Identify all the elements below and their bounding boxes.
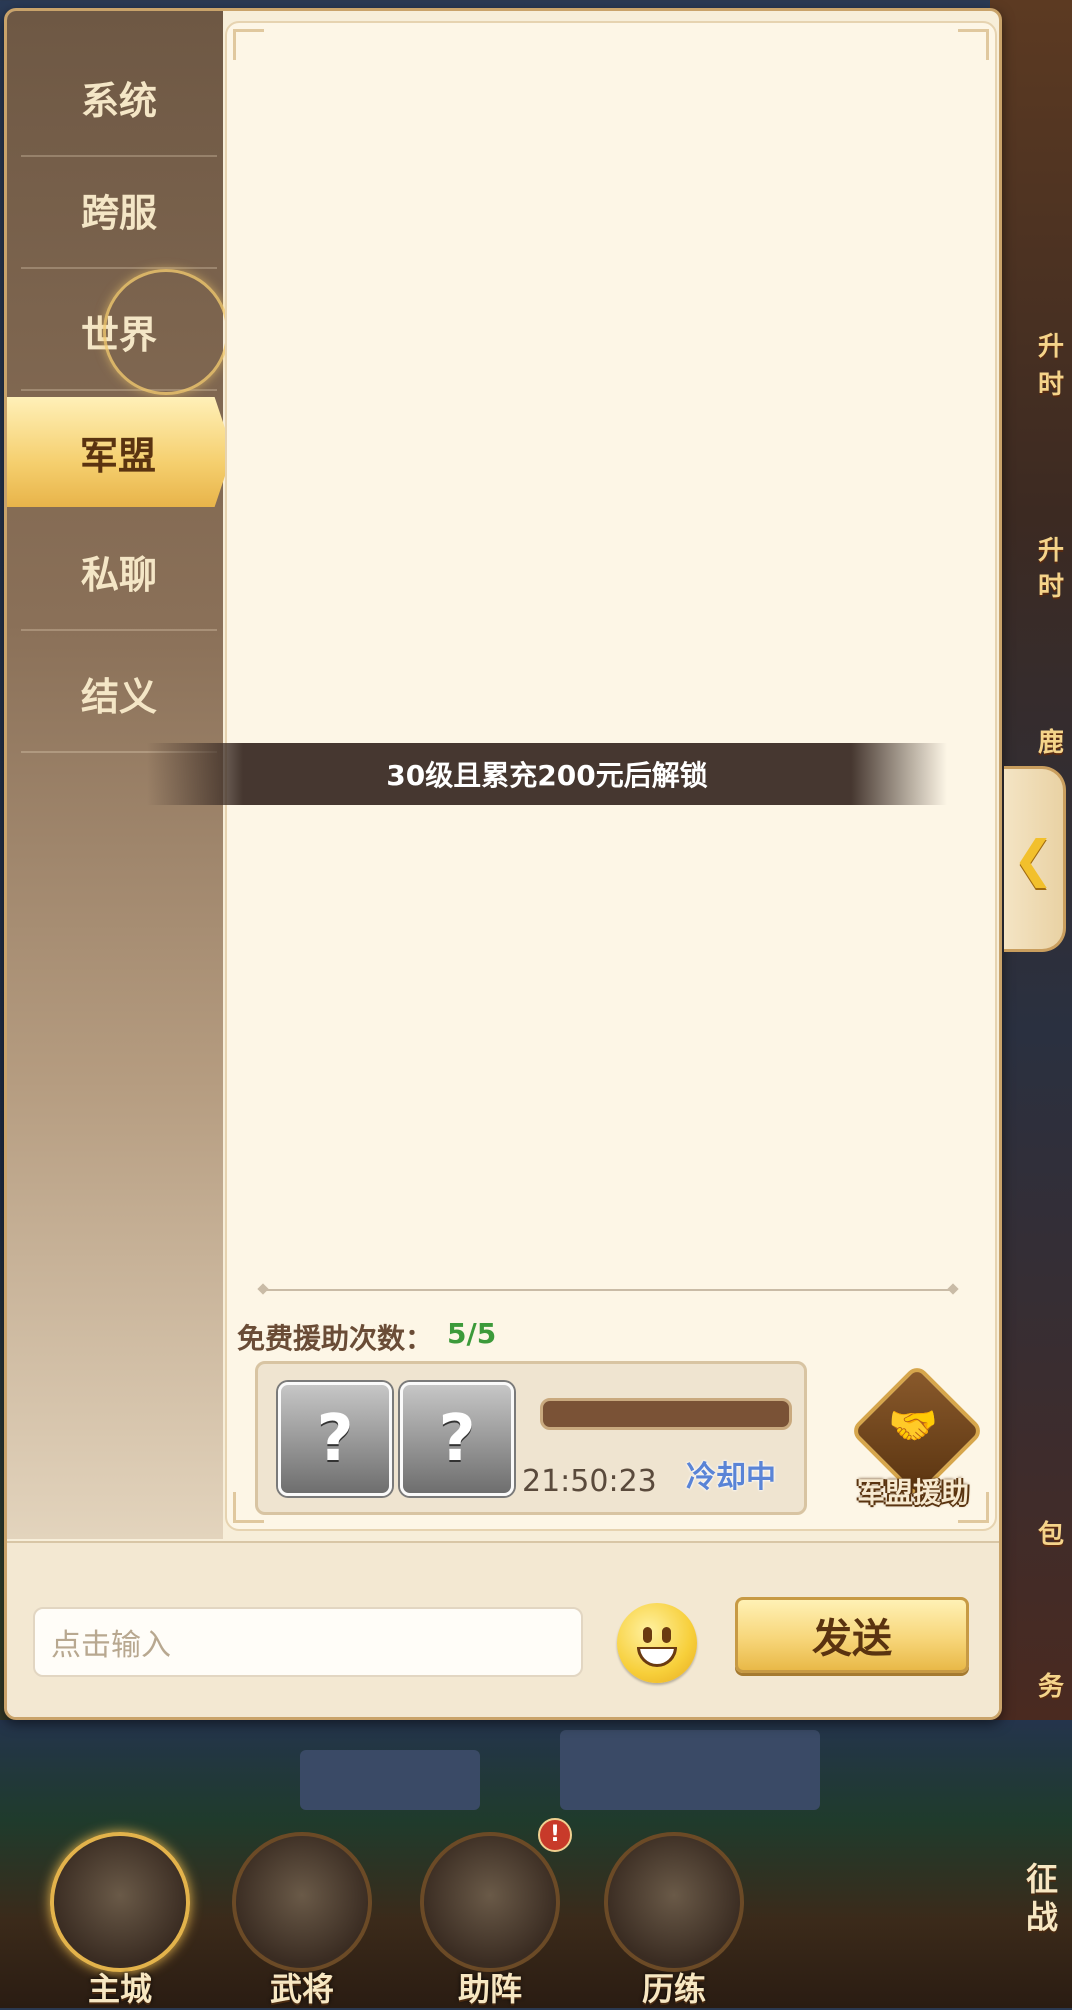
background-text: 鹿 (1037, 728, 1064, 758)
nav-support-button[interactable] (420, 1832, 560, 1972)
nav-support-label: 助阵 (457, 1970, 522, 2008)
background-text: 务 (1037, 1672, 1064, 1702)
alert-badge: ! (538, 1818, 572, 1852)
background-text: 升 (1037, 332, 1064, 362)
background-text: 包 (1037, 1520, 1064, 1550)
tab-private-chat[interactable]: 私聊 (21, 513, 217, 631)
decorative-corner (958, 29, 989, 60)
aid-request-box: ? ? 21:50:23 冷却中 (255, 1361, 807, 1515)
chat-input[interactable]: 点击输入 (33, 1607, 583, 1677)
nav-main-city-button[interactable] (50, 1832, 190, 1972)
aid-progress-bar (540, 1398, 792, 1430)
free-aid-count: 5/5 (447, 1317, 497, 1350)
aid-slot-1[interactable]: ? (278, 1382, 392, 1496)
alliance-aid-button[interactable]: 🤝 军盟援助 (833, 1363, 993, 1525)
nav-generals-button[interactable] (232, 1832, 372, 1972)
building-roof (560, 1730, 820, 1810)
alliance-aid-label: 军盟援助 (856, 1476, 969, 1509)
divider (263, 1289, 953, 1291)
highlight-ring (103, 269, 229, 395)
tab-system[interactable]: 系统 (21, 39, 217, 157)
emoji-mouth (637, 1647, 677, 1667)
aid-slot-2[interactable]: ? (400, 1382, 514, 1496)
tab-sworn-brothers[interactable]: 结义 (21, 635, 217, 753)
decorative-corner (233, 29, 264, 60)
tab-alliance[interactable]: 军盟 (7, 397, 233, 507)
nav-main-city-label: 主城 (87, 1970, 152, 2008)
collapse-panel-button[interactable]: ❮ (1004, 766, 1066, 952)
cooldown-timer: 21:50:23 (522, 1464, 657, 1499)
chat-panel: 系统 跨服 世界 军盟 私聊 结义 30级且累充200元后解锁 免费援助次数： … (4, 8, 1002, 1720)
emoji-eye (643, 1627, 652, 1643)
send-button[interactable]: 发送 (735, 1597, 969, 1673)
chevron-left-icon: ❮ (1012, 830, 1055, 888)
cooldown-status: 冷却中 (686, 1460, 776, 1495)
smiley-face-icon[interactable] (617, 1603, 697, 1683)
nav-generals-label: 武将 (269, 1970, 334, 2008)
input-bar: 点击输入 发送 (7, 1541, 999, 1717)
free-aid-label: 免费援助次数： (237, 1322, 434, 1355)
nav-training-label: 历练 (641, 1970, 706, 2008)
background-text: 时 (1037, 370, 1064, 400)
nav-training-button[interactable] (604, 1832, 744, 1972)
campaign-label[interactable]: 征战 (1026, 1860, 1066, 1936)
unlock-requirement-banner: 30级且累充200元后解锁 (147, 743, 947, 805)
building-roof (300, 1750, 480, 1810)
emoji-eye (662, 1627, 671, 1643)
tab-cross-server[interactable]: 跨服 (21, 151, 217, 269)
handshake-icon: 🤝 (888, 1402, 938, 1449)
background-text: 升 (1037, 536, 1064, 566)
background-text: 时 (1037, 572, 1064, 602)
